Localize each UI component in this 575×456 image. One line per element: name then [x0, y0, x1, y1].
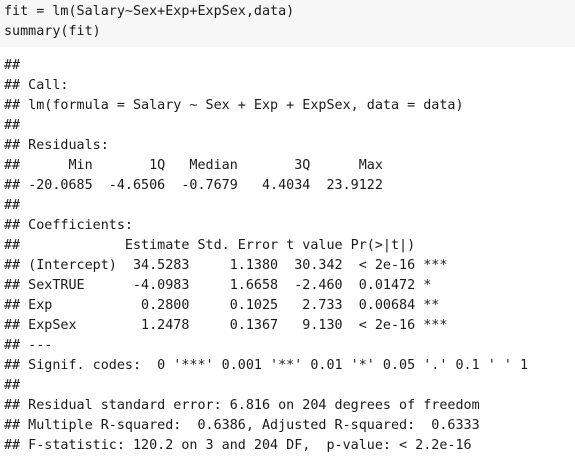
r-code-chunk: fit = lm(Salary~Sex+Exp+ExpSex,data) sum…: [0, 0, 575, 47]
r-document-page: fit = lm(Salary~Sex+Exp+ExpSex,data) sum…: [0, 0, 575, 456]
output-line: ##: [4, 58, 21, 73]
output-line: ## SexTRUE -4.0983 1.6658 -2.460 0.01472…: [4, 278, 432, 293]
output-line: ## Residual standard error: 6.816 on 204…: [4, 398, 480, 413]
output-line: ## Call:: [4, 78, 69, 93]
output-line: ## Min 1Q Median 3Q Max: [4, 158, 383, 173]
output-line: ## (Intercept) 34.5283 1.1380 30.342 < 2…: [4, 258, 448, 273]
output-line: ## Exp 0.2800 0.1025 2.733 0.00684 **: [4, 298, 440, 313]
output-line: ##: [4, 118, 21, 133]
output-line: ## ExpSex 1.2478 0.1367 9.130 < 2e-16 **…: [4, 318, 448, 333]
output-line: ## Coefficients:: [4, 218, 133, 233]
code-line: summary(fit): [4, 24, 101, 39]
output-line: ## Residuals:: [4, 138, 109, 153]
output-line: ##: [4, 198, 21, 213]
output-line: ##: [4, 378, 21, 393]
output-line: ## Estimate Std. Error t value Pr(>|t|): [4, 238, 416, 253]
code-line: fit = lm(Salary~Sex+Exp+ExpSex,data): [4, 4, 295, 19]
output-line: ## Multiple R-squared: 0.6386, Adjusted …: [4, 418, 480, 433]
output-line: ## -20.0685 -4.6506 -0.7679 4.4034 23.91…: [4, 178, 383, 193]
output-line: ## ---: [4, 338, 53, 353]
output-line: ## Signif. codes: 0 '***' 0.001 '**' 0.0…: [4, 358, 529, 373]
output-line: ## lm(formula = Salary ~ Sex + Exp + Exp…: [4, 98, 464, 113]
r-output-chunk: ## ## Call: ## lm(formula = Salary ~ Sex…: [0, 56, 575, 456]
output-line: ## F-statistic: 120.2 on 3 and 204 DF, p…: [4, 438, 472, 453]
